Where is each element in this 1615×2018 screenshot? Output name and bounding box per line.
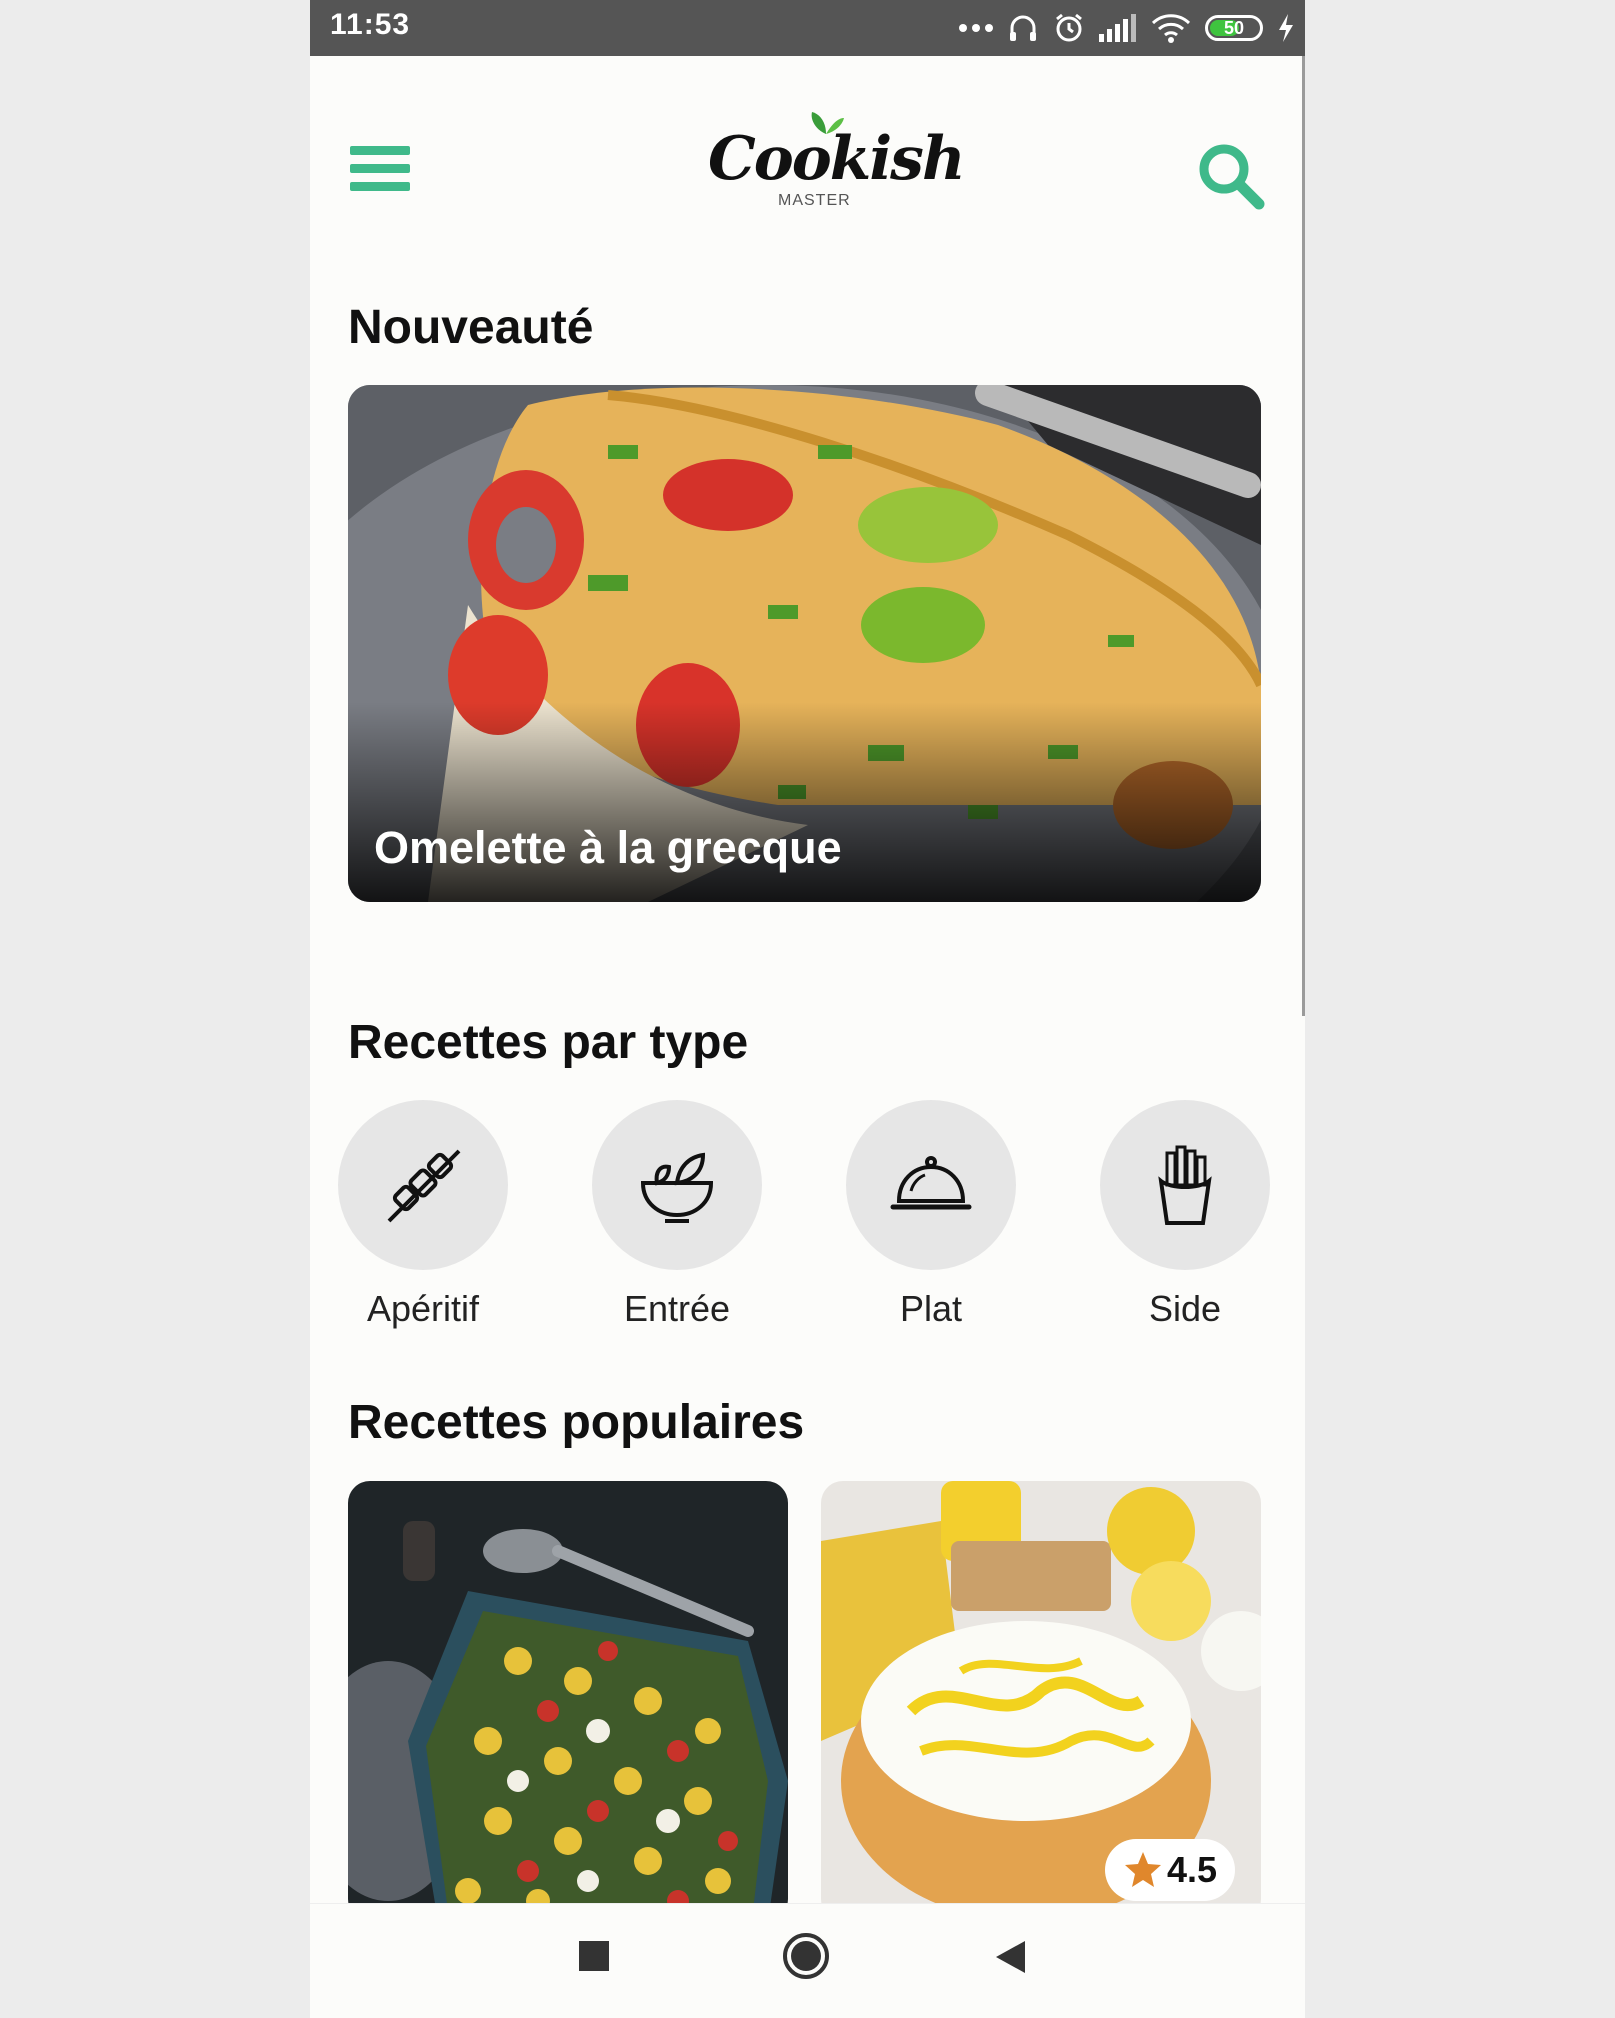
- salad-bowl-icon: [640, 1152, 714, 1223]
- status-bar: 11:53 50: [310, 0, 1305, 56]
- cloche-icon: [890, 1156, 972, 1210]
- signal-icon: [1099, 14, 1136, 42]
- status-time: 11:53: [330, 8, 411, 41]
- section-title-types: Recettes par type: [348, 1016, 749, 1069]
- system-nav-bar: [310, 1903, 1305, 2018]
- recipe-type-label: Plat: [899, 1288, 963, 1329]
- recipe-types-row: Apéritif Entrée Plat Side: [338, 1100, 1288, 1340]
- gnocchi-tray-image: [348, 1481, 788, 1921]
- app-logo: Cookish MASTER: [708, 104, 966, 214]
- logo-text: Cookish: [708, 124, 966, 194]
- recipe-type-circle: [592, 1100, 762, 1270]
- phone-screen: 11:53 50 Cookish MASTER Nouveauté Omelet…: [310, 0, 1305, 2018]
- hamburger-menu-icon[interactable]: [350, 146, 410, 198]
- app-header: Cookish MASTER: [310, 56, 1305, 231]
- headphones-icon: [1010, 15, 1036, 41]
- circle-home-icon[interactable]: [782, 1932, 830, 1980]
- battery-icon: 50: [1205, 15, 1263, 41]
- triangle-back-icon[interactable]: [995, 1940, 1027, 1974]
- wifi-icon: [1151, 14, 1191, 43]
- recipe-type-label: Entrée: [623, 1288, 731, 1329]
- battery-level: 50: [1223, 17, 1245, 38]
- popular-recipes-row: 4.5: [348, 1481, 1261, 1921]
- popular-recipe-card[interactable]: 4.5: [821, 1481, 1261, 1921]
- recipe-type-circle: [338, 1100, 508, 1270]
- rating-value: 4.5: [1166, 1849, 1218, 1890]
- recipe-type-entree[interactable]: Entrée: [592, 1100, 762, 1330]
- recipe-type-plat[interactable]: Plat: [846, 1100, 1016, 1330]
- recipe-type-aperitif[interactable]: Apéritif: [338, 1100, 508, 1330]
- fries-icon: [1158, 1145, 1212, 1225]
- square-recent-icon[interactable]: [578, 1940, 610, 1972]
- featured-recipe-card[interactable]: Omelette à la grecque: [348, 385, 1261, 902]
- rating-badge: 4.5: [1105, 1839, 1235, 1901]
- status-icons: 50: [959, 8, 1295, 48]
- recipe-type-label: Side: [1148, 1288, 1222, 1329]
- popular-recipe-card[interactable]: [348, 1481, 788, 1921]
- recipe-type-circle: [846, 1100, 1016, 1270]
- more-dots-icon: [959, 24, 993, 32]
- section-title-new: Nouveauté: [348, 301, 594, 354]
- section-title-popular: Recettes populaires: [348, 1396, 805, 1449]
- recipe-type-side[interactable]: Side: [1100, 1100, 1270, 1330]
- skewer-icon: [387, 1149, 461, 1223]
- featured-recipe-title: Omelette à la grecque: [374, 822, 842, 873]
- star-icon: [1124, 1852, 1161, 1887]
- recipe-type-label: Apéritif: [366, 1288, 480, 1329]
- charging-icon: [1279, 14, 1293, 42]
- alarm-icon: [1056, 13, 1082, 42]
- logo-subtitle: MASTER: [778, 192, 851, 209]
- recipe-type-circle: [1100, 1100, 1270, 1270]
- scroll-indicator: [1302, 56, 1305, 1016]
- search-icon[interactable]: [1195, 140, 1265, 210]
